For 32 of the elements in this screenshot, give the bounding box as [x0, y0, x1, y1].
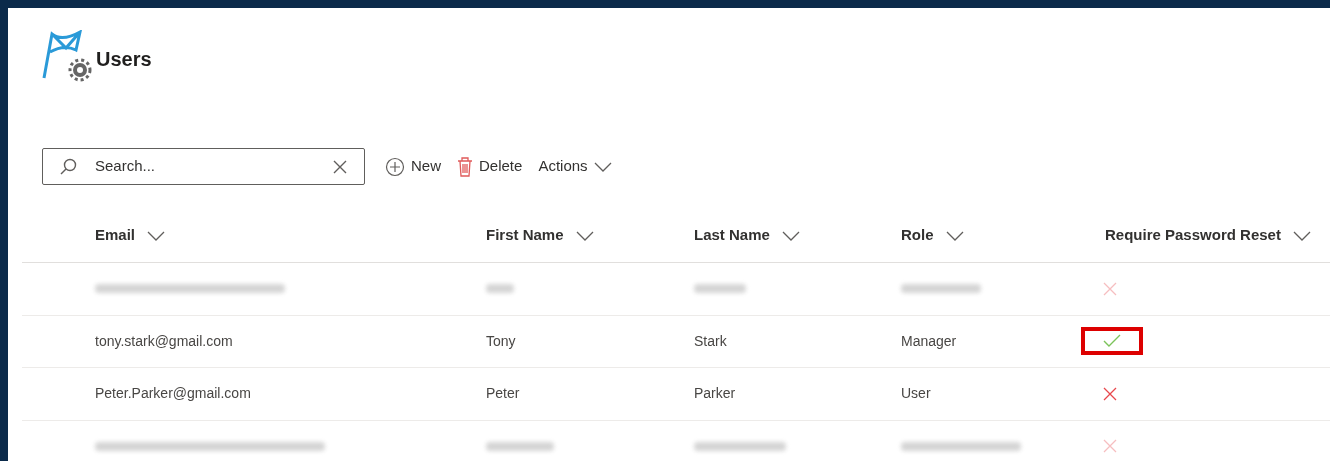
table-cell: User: [901, 385, 931, 402]
trash-icon: [457, 156, 473, 177]
chevron-down-icon: [1292, 230, 1311, 241]
column-header[interactable]: Email: [95, 224, 166, 247]
table-cell: tony.stark@gmail.com: [95, 332, 233, 349]
chevron-down-icon: [593, 161, 612, 172]
column-header[interactable]: Last Name: [694, 224, 800, 247]
new-button[interactable]: New: [381, 155, 445, 178]
search-field[interactable]: Search...: [42, 148, 365, 185]
delete-button[interactable]: Delete: [453, 155, 527, 178]
search-icon: [59, 157, 77, 176]
column-header[interactable]: First Name: [486, 224, 594, 247]
clear-icon[interactable]: [332, 158, 348, 175]
actions-menu-button[interactable]: Actions: [534, 155, 616, 178]
column-header[interactable]: Role: [901, 224, 964, 247]
flag-gear-logo-icon: [40, 30, 92, 82]
column-header[interactable]: Require Password Reset: [1105, 224, 1311, 247]
chevron-down-icon: [781, 230, 800, 241]
table-cell: Peter: [486, 385, 520, 402]
blurred-text: [486, 284, 514, 294]
table-cell: Parker: [694, 385, 736, 402]
chevron-down-icon: [575, 230, 594, 241]
table-cell: Peter.Parker@gmail.com: [95, 385, 251, 402]
blurred-text: [694, 284, 746, 294]
table-cell: Stark: [694, 332, 727, 349]
chevron-down-icon: [147, 230, 166, 241]
chevron-down-icon: [945, 230, 964, 241]
page-title: Users: [96, 47, 152, 72]
add-icon: [385, 156, 405, 177]
table-cell: Tony: [486, 332, 516, 349]
table-cell: Manager: [901, 332, 957, 349]
blurred-text: [486, 441, 554, 451]
